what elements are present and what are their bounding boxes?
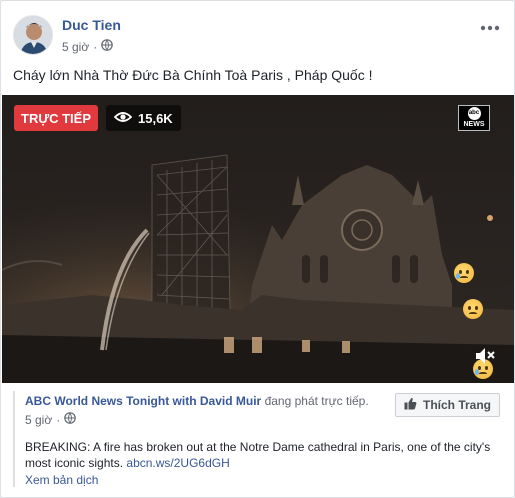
post-time[interactable]: 5 giờ — [62, 40, 89, 54]
like-page-label: Thích Trang — [422, 398, 491, 412]
description-link[interactable]: abcn.ws/2UG6dGH — [126, 456, 229, 470]
abc-logo-mark: abc — [467, 107, 481, 120]
speaker-muted-icon[interactable] — [474, 345, 498, 367]
page-line: ABC World News Tonight with David Muir đ… — [25, 394, 369, 408]
globe-icon[interactable] — [64, 412, 77, 427]
viewer-count-value: 15,6K — [138, 110, 173, 126]
video-frame — [2, 95, 514, 383]
eye-icon — [113, 111, 133, 126]
live-video-player[interactable]: TRỰC TIẾP 15,6K abc NEWS — [2, 95, 514, 383]
description-text: BREAKING: A fire has broken out at the N… — [25, 440, 491, 470]
sad-reaction-icon — [454, 263, 474, 283]
video-description: BREAKING: A fire has broken out at the N… — [25, 439, 494, 471]
post-meta: 5 giờ · — [62, 39, 114, 54]
post-text: Cháy lớn Nhà Thờ Đức Bà Chính Toà Paris … — [13, 67, 373, 83]
shared-video-info: ABC World News Tonight with David Muir đ… — [13, 391, 502, 487]
meta-separator: · — [93, 39, 98, 54]
share-meta: 5 giờ · — [25, 412, 77, 427]
post-card: Duc Tien 5 giờ · Cháy lớn Nhà Thờ Đức Bà… — [0, 0, 515, 498]
avatar[interactable] — [13, 15, 53, 55]
see-translation-link[interactable]: Xem bản dịch — [25, 473, 98, 487]
like-page-button[interactable]: Thích Trang — [394, 393, 500, 417]
abc-news-logo: abc NEWS — [458, 105, 490, 131]
thumbs-up-icon — [404, 397, 417, 413]
author-name[interactable]: Duc Tien — [62, 17, 121, 33]
sad-reaction-icon — [463, 299, 483, 319]
meta-separator: · — [56, 412, 61, 427]
live-badge: TRỰC TIẾP — [14, 105, 99, 131]
abc-logo-news: NEWS — [463, 121, 485, 128]
page-action: đang phát trực tiếp. — [264, 394, 369, 408]
page-name-link[interactable]: ABC World News Tonight with David Muir — [25, 394, 261, 408]
share-time[interactable]: 5 giờ — [25, 413, 52, 427]
viewer-count: 15,6K — [106, 105, 181, 131]
post-header: Duc Tien 5 giờ · — [13, 13, 502, 57]
ellipsis-icon[interactable] — [480, 15, 500, 36]
globe-icon[interactable] — [101, 39, 114, 54]
